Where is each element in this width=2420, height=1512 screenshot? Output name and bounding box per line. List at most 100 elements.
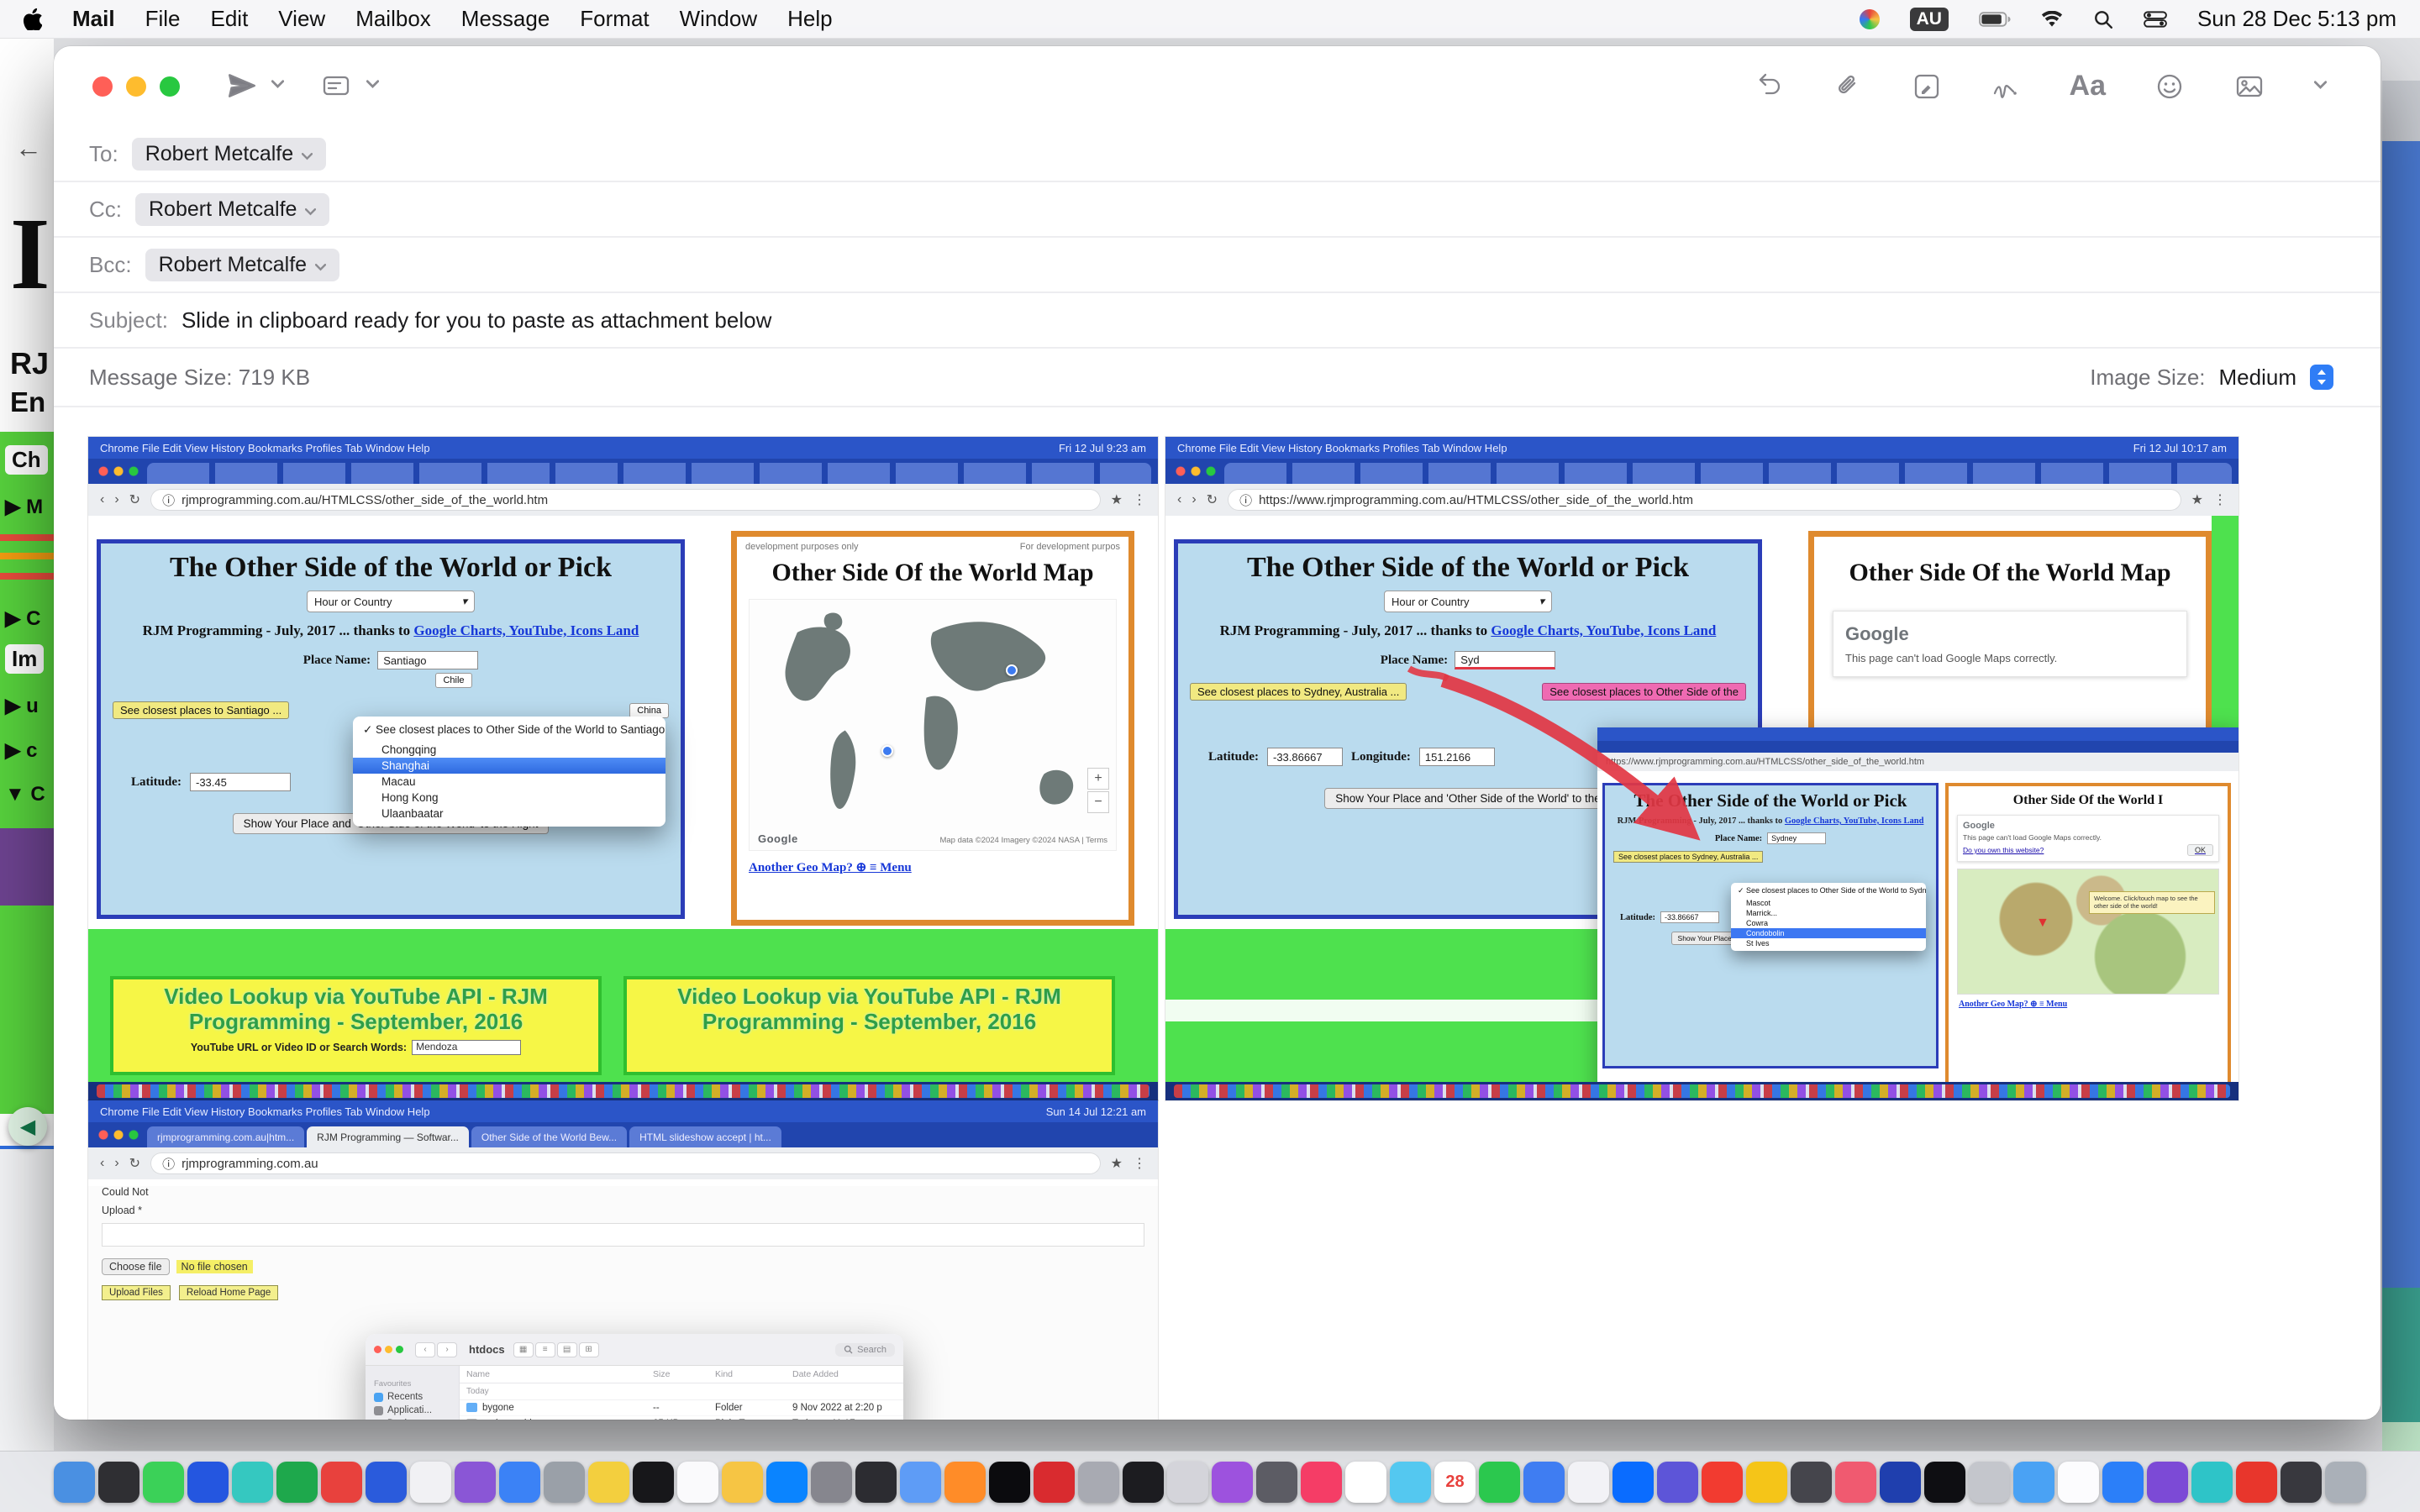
dock-icon-chrome[interactable]: [1523, 1462, 1565, 1503]
dock-icon-app-45[interactable]: [2013, 1462, 2054, 1503]
control-center-icon[interactable]: [2144, 11, 2167, 28]
dock-icon-app-16[interactable]: [722, 1462, 763, 1503]
menu-view[interactable]: View: [278, 6, 325, 32]
signature-icon[interactable]: [1991, 71, 2021, 102]
dock-icon-app-17[interactable]: [766, 1462, 808, 1503]
message-body[interactable]: Chrome File Edit View History Bookmarks …: [54, 407, 2381, 1420]
dock-icon-app-35[interactable]: [1568, 1462, 1609, 1503]
attach-icon[interactable]: [1833, 71, 1863, 102]
dock-icon-app-42[interactable]: [1880, 1462, 1921, 1503]
dock-icon-trash[interactable]: [2325, 1462, 2366, 1503]
dock-icon-app-41[interactable]: [1835, 1462, 1876, 1503]
image-size-stepper[interactable]: [2310, 365, 2333, 390]
menu-extra-icon[interactable]: [1860, 9, 1880, 29]
dock-icon-app-49[interactable]: [2191, 1462, 2233, 1503]
dock-icon-firefox[interactable]: [944, 1462, 986, 1503]
dock-icon-app-14[interactable]: [633, 1462, 674, 1503]
dock-icon-finder[interactable]: [54, 1462, 95, 1503]
dock-icon-app-37[interactable]: [1657, 1462, 1698, 1503]
menu-mailbox[interactable]: Mailbox: [355, 6, 431, 32]
dock-icon-app-43[interactable]: [1924, 1462, 1965, 1503]
apple-icon[interactable]: [24, 8, 42, 30]
cc-recipient-token[interactable]: Robert Metcalfe: [135, 193, 329, 226]
chevron-down-icon[interactable]: [366, 78, 379, 93]
dock-icon-app-44[interactable]: [1969, 1462, 2010, 1503]
dock-icon-app-24[interactable]: [1078, 1462, 1119, 1503]
zoom-button[interactable]: [160, 76, 180, 97]
dock-icon-app-18[interactable]: [811, 1462, 852, 1503]
dock-icon-app-08[interactable]: [366, 1462, 407, 1503]
wifi-icon[interactable]: [2041, 11, 2063, 28]
header-fields-button[interactable]: [319, 71, 353, 101]
dock-icon-app-06[interactable]: [276, 1462, 318, 1503]
dock-icon-app-19[interactable]: [855, 1462, 897, 1503]
bcc-recipient-token[interactable]: Robert Metcalfe: [145, 249, 339, 281]
menu-file[interactable]: File: [145, 6, 181, 32]
chevron-down-icon[interactable]: [305, 197, 316, 222]
dock-icon-app-25[interactable]: [1123, 1462, 1164, 1503]
dock-icon-podcasts[interactable]: [1212, 1462, 1253, 1503]
dock-icon-app-15[interactable]: [677, 1462, 718, 1503]
chevron-down-icon[interactable]: [2314, 79, 2327, 94]
dock-icon-app-39[interactable]: [1746, 1462, 1787, 1503]
close-button[interactable]: [92, 76, 113, 97]
dock-icon-app-38[interactable]: [1702, 1462, 1743, 1503]
dock-icon-app-36[interactable]: [1612, 1462, 1654, 1503]
chevron-down-icon[interactable]: [315, 253, 326, 277]
dock-icon-app-26[interactable]: [1167, 1462, 1208, 1503]
photos-icon[interactable]: [2233, 71, 2265, 102]
to-recipient-token[interactable]: Robert Metcalfe: [132, 138, 326, 171]
video-search-label: YouTube URL or Video ID or Search Words:: [191, 1042, 407, 1053]
dock-icon-calendar[interactable]: 28: [1434, 1462, 1476, 1503]
dock-icon-app-48[interactable]: [2147, 1462, 2188, 1503]
dock-icon-app-29[interactable]: [1301, 1462, 1342, 1503]
dock-icon-app-20[interactable]: [900, 1462, 941, 1503]
dock-icon-app-30[interactable]: [1345, 1462, 1386, 1503]
dock-icon-app-03[interactable]: [143, 1462, 184, 1503]
dock-icon-app-12[interactable]: [544, 1462, 585, 1503]
input-source-badge[interactable]: AU: [1910, 8, 1949, 31]
dock-icon-app-28[interactable]: [1256, 1462, 1297, 1503]
dock-icon-app-31[interactable]: [1390, 1462, 1431, 1503]
dock-icon-app-07[interactable]: [321, 1462, 362, 1503]
menu-format[interactable]: Format: [580, 6, 649, 32]
menu-mail[interactable]: Mail: [72, 6, 115, 32]
dock-icon-app-04[interactable]: [187, 1462, 229, 1503]
menu-help[interactable]: Help: [787, 6, 832, 32]
chile-button: Chile: [435, 673, 471, 688]
subject-input[interactable]: Slide in clipboard ready for you to past…: [182, 307, 771, 333]
chevron-down-icon[interactable]: [271, 78, 284, 93]
search-icon[interactable]: [2093, 9, 2113, 29]
bookmark-icon: ★: [2191, 491, 2203, 508]
dock-icon-app-51[interactable]: [2281, 1462, 2322, 1503]
undo-icon[interactable]: [1754, 71, 1784, 102]
image-size-value[interactable]: Medium: [2219, 365, 2296, 391]
dock-icon-app-09[interactable]: [410, 1462, 451, 1503]
markup-icon[interactable]: [1912, 71, 1942, 102]
emoji-icon[interactable]: [2154, 71, 2185, 102]
dock-icon-app-46[interactable]: [2058, 1462, 2099, 1503]
dock-icon-app-47[interactable]: [2102, 1462, 2144, 1503]
screenshot-dock: [88, 1082, 1158, 1100]
upload-progress-bar: [102, 1223, 1144, 1247]
dock-icon-app-33[interactable]: [1479, 1462, 1520, 1503]
chevron-down-icon[interactable]: [302, 142, 313, 166]
format-button[interactable]: Aa: [2070, 70, 2106, 102]
dock-icon-netflix[interactable]: [1034, 1462, 1075, 1503]
dock-icon-app-02[interactable]: [98, 1462, 139, 1503]
dock-icon-app-05[interactable]: [232, 1462, 273, 1503]
map-zoom-controls: + −: [1087, 768, 1109, 813]
menu-message[interactable]: Message: [461, 6, 550, 32]
dock-icon-app-11[interactable]: [499, 1462, 540, 1503]
battery-icon[interactable]: [1979, 12, 2011, 27]
menu-window[interactable]: Window: [680, 6, 757, 32]
dock-icon-tv[interactable]: [989, 1462, 1030, 1503]
menubar-clock[interactable]: Sun 28 Dec 5:13 pm: [2197, 6, 2396, 32]
dock-icon-app-13[interactable]: [588, 1462, 629, 1503]
menu-edit[interactable]: Edit: [210, 6, 248, 32]
dock-icon-opera[interactable]: [2236, 1462, 2277, 1503]
minimize-button[interactable]: [126, 76, 146, 97]
send-button[interactable]: [226, 70, 258, 102]
dock-icon-app-40[interactable]: [1791, 1462, 1832, 1503]
dock-icon-app-10[interactable]: [455, 1462, 496, 1503]
